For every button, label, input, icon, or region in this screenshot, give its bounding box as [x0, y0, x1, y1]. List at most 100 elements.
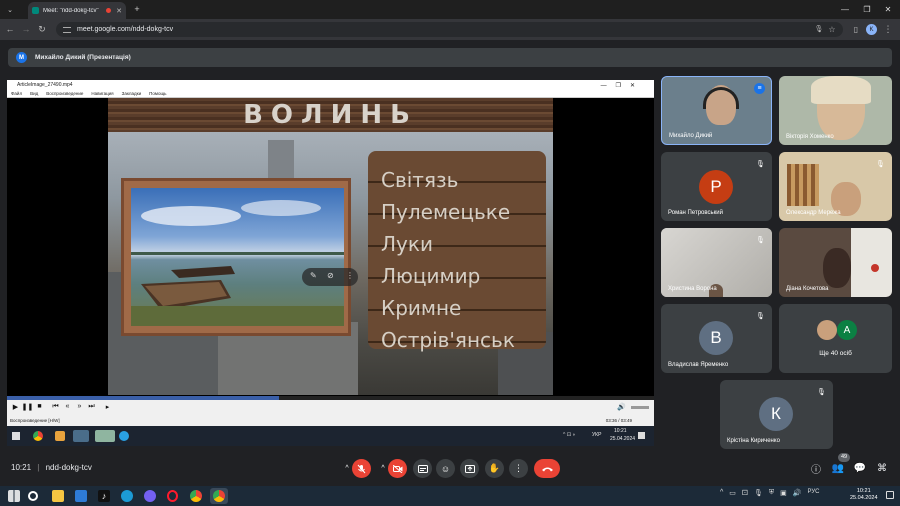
- bookmark-star-icon[interactable]: ☆: [826, 23, 838, 35]
- mic-permission-icon[interactable]: 🎙: [813, 23, 825, 35]
- participant-video: [851, 228, 892, 297]
- presenter-avatar: M: [16, 52, 27, 63]
- headphones-icon: [703, 87, 739, 109]
- participant-tile[interactable]: 🎙 Олександр Мережа: [779, 152, 892, 221]
- tray-sound-icon[interactable]: 🔊: [793, 489, 802, 497]
- emoji-icon: ☺: [440, 463, 451, 474]
- more-options-button[interactable]: ⋮: [509, 459, 528, 478]
- forward-icon[interactable]: »: [75, 402, 84, 411]
- stop-icon[interactable]: ■: [35, 402, 44, 411]
- search-icon[interactable]: [28, 491, 38, 501]
- player-title-bar: ArticleImage_27490.mp4 —❐✕: [7, 80, 654, 90]
- participant-tile[interactable]: В 🎙 Владислав Яременко: [661, 304, 772, 373]
- participant-tile[interactable]: Р 🎙 Роман Петровський: [661, 152, 772, 221]
- new-tab-button[interactable]: +: [131, 3, 143, 15]
- tray-security-icon[interactable]: ⛨: [769, 489, 774, 497]
- reactions-button[interactable]: ☺: [436, 459, 455, 478]
- restore-button[interactable]: ❐: [860, 3, 874, 15]
- forward-button[interactable]: →: [20, 23, 32, 35]
- raise-hand-button[interactable]: ✋: [485, 459, 504, 478]
- reload-button[interactable]: ↻: [36, 23, 48, 35]
- play-icon[interactable]: ▶: [11, 402, 20, 411]
- chrome-menu-icon[interactable]: ⋮: [882, 23, 894, 35]
- participant-avatar: К: [759, 397, 793, 431]
- notifications-icon[interactable]: [886, 491, 894, 499]
- frame-step-icon[interactable]: ▸: [103, 402, 112, 411]
- tray-chevron-icon[interactable]: ^: [720, 489, 723, 497]
- video-options-button[interactable]: ^: [378, 459, 388, 478]
- mail-icon[interactable]: [75, 490, 87, 502]
- player-menu-play[interactable]: Воспроизведение: [46, 91, 83, 96]
- meeting-details-button[interactable]: ⓘ: [808, 460, 824, 476]
- mic-off-icon: [357, 464, 366, 473]
- place-item: Люцимир: [381, 264, 481, 288]
- chrome-icon[interactable]: [190, 490, 202, 502]
- mic-toggle-button[interactable]: [352, 459, 371, 478]
- video-frame: ВОЛИНЬ ✎ ⊘ ⋮ Світязь Пулемецьке Луки Люц…: [108, 98, 553, 395]
- volume-slider[interactable]: [631, 406, 649, 409]
- participant-tile[interactable]: ≡ Михайло Дикий: [661, 76, 772, 145]
- player-menu-navigate[interactable]: Навигация: [91, 91, 113, 96]
- volume-icon[interactable]: 🔊: [617, 402, 626, 411]
- prev-icon[interactable]: ⏮: [51, 402, 60, 411]
- background-tower: [268, 140, 294, 180]
- participant-tile[interactable]: К 🎙 Крістіна Кириченко: [720, 380, 833, 449]
- more-overlay-icon[interactable]: ⋮: [346, 271, 354, 280]
- more-participants-tile[interactable]: А Ще 40 осіб: [779, 304, 892, 373]
- tray-screen-icon[interactable]: ▣: [780, 489, 787, 497]
- close-window-button[interactable]: ✕: [881, 3, 895, 15]
- viber-icon[interactable]: [144, 490, 156, 502]
- participant-name: Олександр Мережа: [786, 210, 841, 216]
- participant-tile[interactable]: 🎙 Христина Ворона: [661, 228, 772, 297]
- tray-app-icon[interactable]: ▭: [729, 489, 736, 497]
- participant-hair: [811, 76, 871, 104]
- present-button[interactable]: [460, 459, 479, 478]
- opera-icon[interactable]: [167, 490, 178, 502]
- pause-icon[interactable]: ❚❚: [22, 402, 34, 411]
- back-button[interactable]: ←: [4, 23, 16, 35]
- address-bar[interactable]: meet.google.com/ndd-dokg-tcv: [56, 22, 843, 37]
- leave-call-button[interactable]: [534, 459, 560, 478]
- chat-button[interactable]: 💬: [852, 460, 868, 476]
- system-clock[interactable]: 10:21 25.04.2024: [850, 488, 878, 502]
- windows-start-icon[interactable]: [8, 490, 20, 502]
- place-item: Луки: [381, 232, 433, 256]
- recording-indicator-icon: [106, 8, 112, 13]
- mic-off-icon: 🎙: [756, 160, 765, 168]
- player-menu-bookmarks[interactable]: Закладки: [122, 91, 141, 96]
- rewind-icon[interactable]: «: [63, 402, 72, 411]
- people-count-badge: 49: [838, 453, 851, 462]
- player-menu-file[interactable]: Файл: [11, 91, 22, 96]
- more-vert-icon: ⋮: [514, 463, 523, 473]
- audio-options-button[interactable]: ^: [342, 459, 352, 478]
- player-menu-help[interactable]: Помощь: [149, 91, 166, 96]
- next-icon[interactable]: ⏭: [87, 402, 96, 411]
- tab-close-icon[interactable]: ✕: [116, 7, 122, 15]
- edge-icon[interactable]: [121, 490, 133, 502]
- meet-favicon-icon: [32, 7, 39, 14]
- mute-overlay-icon[interactable]: ⊘: [327, 271, 334, 280]
- activities-button[interactable]: ⌘: [874, 460, 890, 476]
- tray-lang[interactable]: РУС: [808, 489, 820, 497]
- player-menu-view[interactable]: Вид: [30, 91, 38, 96]
- player-window-controls-icon: —❐✕: [600, 82, 644, 89]
- pin-icon[interactable]: ✎: [310, 271, 317, 280]
- tray-mic-icon[interactable]: 🎙: [754, 489, 763, 497]
- chrome-active-icon[interactable]: [213, 490, 225, 502]
- browser-tab[interactable]: Meet: "ndd-dokg-tcv" ✕: [28, 2, 126, 19]
- tab-search-button[interactable]: ⌄: [4, 4, 16, 15]
- site-info-icon[interactable]: [63, 26, 71, 33]
- minimize-button[interactable]: —: [838, 3, 852, 15]
- people-button[interactable]: 👥: [830, 460, 846, 476]
- camera-toggle-button[interactable]: [388, 459, 407, 478]
- side-panel-icon[interactable]: ▯: [850, 23, 862, 35]
- player-controls: ▶ ❚❚ ■ ⏮ « » ⏭ ▸ 🔊: [7, 400, 654, 414]
- captions-button[interactable]: [413, 459, 432, 478]
- participant-name: Крістіна Кириченко: [727, 438, 780, 444]
- profile-avatar[interactable]: K: [866, 24, 877, 35]
- file-explorer-icon[interactable]: [52, 490, 64, 502]
- tiktok-icon[interactable]: ♪: [98, 490, 110, 502]
- participant-tile[interactable]: Діана Кочетова: [779, 228, 892, 297]
- participant-tile[interactable]: Вікторія Хоменко: [779, 76, 892, 145]
- tray-app-icon[interactable]: ⚀: [742, 489, 748, 497]
